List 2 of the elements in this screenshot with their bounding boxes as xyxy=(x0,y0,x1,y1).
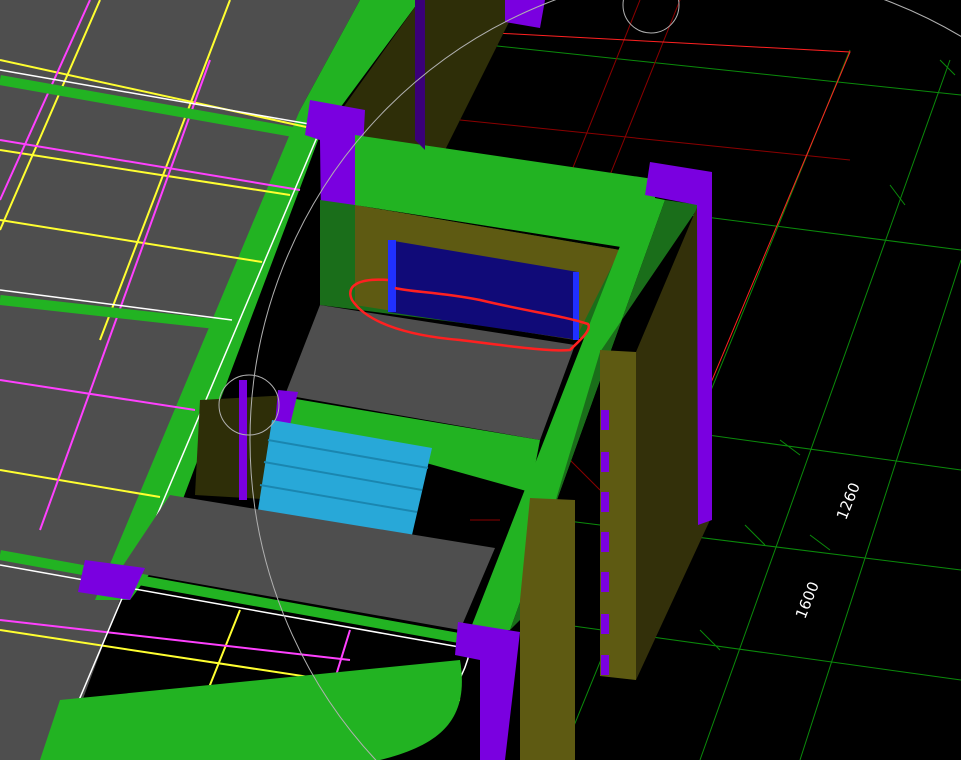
dimension-label: 1600 xyxy=(792,579,823,622)
dimension-label: 1260 xyxy=(832,480,864,522)
